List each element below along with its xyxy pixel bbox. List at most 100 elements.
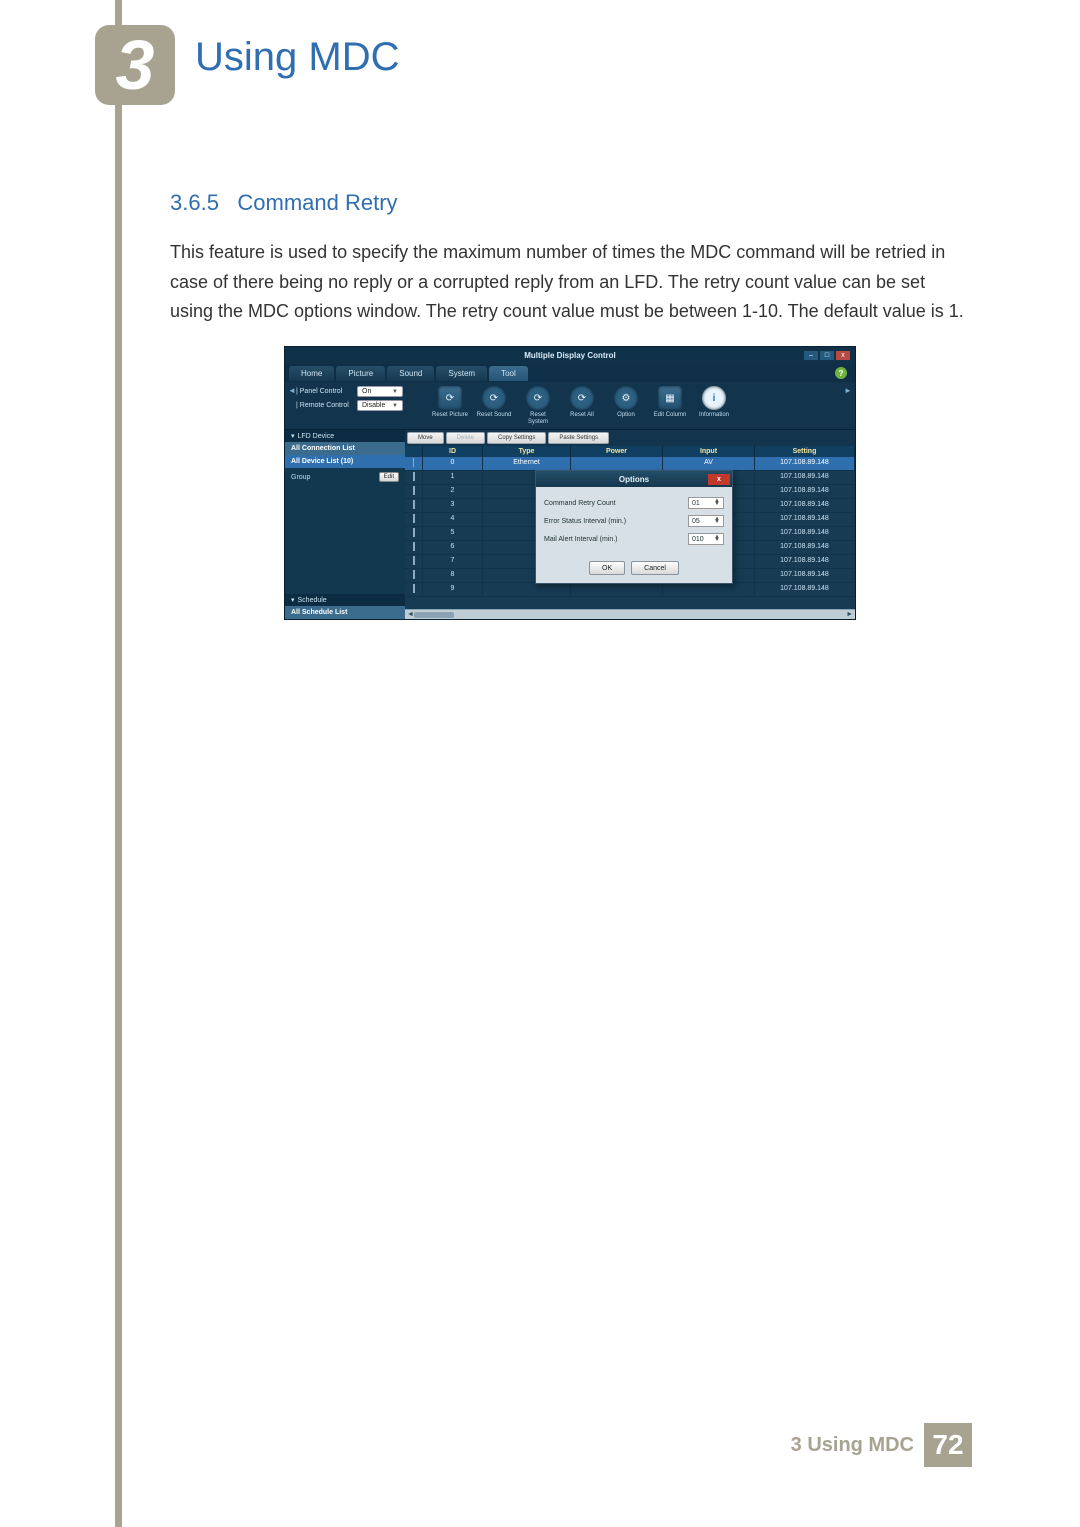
cell-id: 7 (423, 555, 483, 569)
reset-picture-label: Reset Picture (432, 412, 468, 419)
remote-control-label: | Remote Control (296, 402, 354, 409)
mail-interval-value: 010 (692, 536, 704, 543)
ok-button[interactable]: OK (589, 561, 625, 575)
sidebar-all-device[interactable]: All Device List (10) (285, 455, 405, 468)
row-checkbox[interactable] (413, 556, 415, 565)
column-input[interactable]: Input (663, 446, 755, 457)
dialog-close-button[interactable]: x (708, 474, 730, 485)
toolbar-strip: ◄ | Panel Control On ▼ | Remote Control (285, 382, 855, 430)
option-label: Option (617, 412, 635, 419)
sidebar-schedule-header[interactable]: ▾ Schedule (285, 594, 405, 606)
scrollbar-thumb[interactable] (414, 612, 454, 618)
row-checkbox[interactable] (413, 472, 415, 481)
table-header: ID Type Power Input Setting (405, 446, 855, 457)
column-setting[interactable]: Setting (755, 446, 855, 457)
page-number-badge: 72 (924, 1423, 972, 1467)
panel-control-select[interactable]: On ▼ (357, 386, 403, 397)
information-label: Information (699, 412, 729, 419)
copy-settings-button[interactable]: Copy Settings (487, 432, 546, 444)
section-heading: 3.6.5 Command Retry (170, 190, 970, 216)
reset-system-label: Reset System (520, 412, 556, 425)
cell-setting: 107.108.89.148 (755, 583, 855, 597)
dialog-title: Options (619, 475, 649, 484)
spinner-arrows-icon: ▲▼ (714, 500, 720, 507)
options-dialog: Options x Command Retry Count 01 ▲▼ (535, 470, 733, 584)
panel-control-value: On (362, 388, 371, 395)
row-checkbox[interactable] (413, 584, 415, 593)
scroll-right-icon[interactable]: ► (846, 611, 853, 618)
menubar: Home Picture Sound System Tool ? (285, 364, 855, 382)
cell-setting: 107.108.89.148 (755, 541, 855, 555)
move-button[interactable]: Move (407, 432, 444, 444)
cell-setting: 107.108.89.148 (755, 485, 855, 499)
error-interval-label: Error Status Interval (min.) (544, 518, 626, 525)
paste-settings-button[interactable]: Paste Settings (548, 432, 609, 444)
sidebar-all-schedule[interactable]: All Schedule List (285, 606, 405, 619)
horizontal-scrollbar[interactable]: ◄ ► (405, 609, 855, 619)
cell-id: 8 (423, 569, 483, 583)
section-number: 3.6.5 (170, 190, 219, 215)
option-icon[interactable]: ⚙ (614, 386, 638, 410)
table-row[interactable]: 9107.108.89.148 (405, 583, 855, 597)
reset-sound-icon[interactable]: ⟳ (482, 386, 506, 410)
cell-setting: 107.108.89.148 (755, 555, 855, 569)
column-type[interactable]: Type (483, 446, 571, 457)
retry-count-spinner[interactable]: 01 ▲▼ (688, 497, 724, 509)
information-icon[interactable]: i (702, 386, 726, 410)
row-checkbox[interactable] (413, 542, 415, 551)
content-area: 3.6.5 Command Retry This feature is used… (170, 190, 970, 619)
main-pane: Move Delete Copy Settings Paste Settings… (405, 430, 855, 619)
retry-count-value: 01 (692, 500, 700, 507)
sidebar-lfd-label: LFD Device (298, 433, 335, 440)
reset-picture-icon[interactable]: ⟳ (438, 386, 462, 410)
cancel-button[interactable]: Cancel (631, 561, 679, 575)
scroll-left-icon[interactable]: ◄ (407, 611, 414, 618)
chapter-title: Using MDC (195, 35, 399, 80)
sidebar-group-label: Group (291, 474, 310, 481)
section-title: Command Retry (237, 190, 397, 215)
scroll-right-icon[interactable]: ► (844, 386, 852, 395)
row-checkbox[interactable] (413, 570, 415, 579)
row-checkbox[interactable] (413, 514, 415, 523)
maximize-button[interactable]: □ (819, 350, 835, 361)
edit-column-icon[interactable]: ▦ (658, 386, 682, 410)
cell-id: 4 (423, 513, 483, 527)
side-stripe (115, 0, 122, 1527)
menu-sound[interactable]: Sound (387, 366, 434, 381)
row-checkbox[interactable] (413, 528, 415, 537)
body-paragraph: This feature is used to specify the maxi… (170, 238, 970, 327)
cell-id: 1 (423, 471, 483, 485)
cell-setting: 107.108.89.148 (755, 457, 855, 471)
reset-system-icon[interactable]: ⟳ (526, 386, 550, 410)
retry-count-label: Command Retry Count (544, 500, 616, 507)
minimize-button[interactable]: – (803, 350, 819, 361)
cell-id: 0 (423, 457, 483, 471)
chapter-number-badge: 3 (95, 25, 175, 105)
row-checkbox[interactable] (413, 500, 415, 509)
menu-tool[interactable]: Tool (489, 366, 528, 381)
chevron-down-icon: ▼ (392, 389, 398, 395)
cell-setting: 107.108.89.148 (755, 569, 855, 583)
sidebar-all-connection[interactable]: All Connection List (285, 442, 405, 455)
scroll-left-icon[interactable]: ◄ (288, 386, 296, 395)
column-id[interactable]: ID (423, 446, 483, 457)
menu-system[interactable]: System (436, 366, 487, 381)
menu-home[interactable]: Home (289, 366, 334, 381)
row-checkbox[interactable] (413, 486, 415, 495)
help-icon[interactable]: ? (835, 367, 847, 379)
window-close-button[interactable]: x (835, 350, 851, 361)
column-power[interactable]: Power (571, 446, 663, 457)
delete-button[interactable]: Delete (446, 432, 485, 444)
error-interval-spinner[interactable]: 05 ▲▼ (688, 515, 724, 527)
table-row[interactable]: 0EthernetAV107.108.89.148 (405, 457, 855, 471)
group-edit-button[interactable]: Edit (379, 472, 399, 482)
remote-control-select[interactable]: Disable ▼ (357, 400, 403, 411)
row-checkbox[interactable] (407, 458, 420, 471)
chevron-down-icon: ▾ (291, 432, 295, 440)
sidebar-lfd-header[interactable]: ▾ LFD Device (285, 430, 405, 442)
cell-id: 3 (423, 499, 483, 513)
cell-setting: 107.108.89.148 (755, 513, 855, 527)
mail-interval-spinner[interactable]: 010 ▲▼ (688, 533, 724, 545)
menu-picture[interactable]: Picture (336, 366, 385, 381)
reset-all-icon[interactable]: ⟳ (570, 386, 594, 410)
